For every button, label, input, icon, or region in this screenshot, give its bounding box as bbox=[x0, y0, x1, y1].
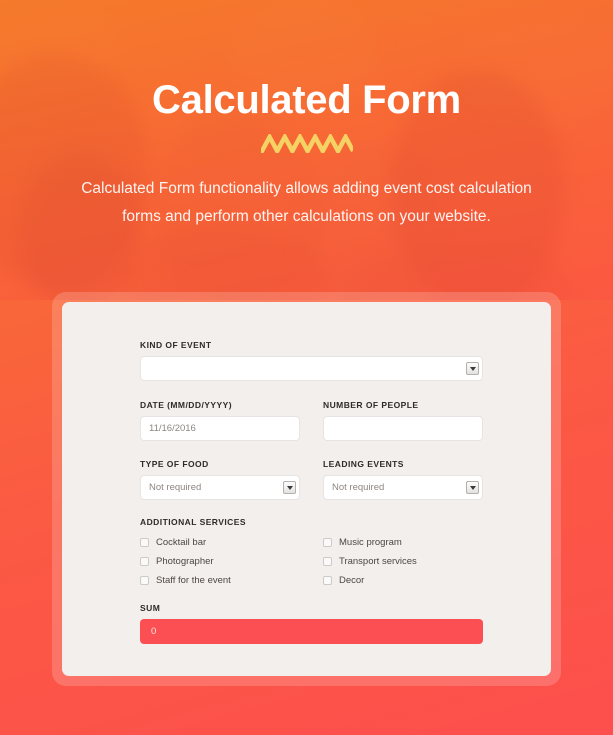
field-sum: Sum 0 bbox=[140, 603, 483, 644]
kind-of-event-select[interactable] bbox=[140, 356, 483, 381]
checkbox-decor[interactable]: Decor bbox=[323, 571, 483, 590]
checkbox-label: Photographer bbox=[156, 556, 214, 567]
date-value: 11/16/2016 bbox=[149, 423, 196, 434]
date-label: Date (mm/dd/yyyy) bbox=[140, 400, 233, 410]
type-of-food-label: Type of food bbox=[140, 459, 209, 469]
checkbox-staff-for-the-event[interactable]: Staff for the event bbox=[140, 571, 300, 590]
checkbox-photographer[interactable]: Photographer bbox=[140, 552, 300, 571]
chevron-down-icon[interactable] bbox=[283, 481, 296, 494]
checkbox-label: Decor bbox=[339, 575, 365, 586]
leading-events-select[interactable]: Not required bbox=[323, 475, 483, 500]
checkbox-icon[interactable] bbox=[323, 576, 332, 585]
checkbox-icon[interactable] bbox=[140, 576, 149, 585]
food-events-row: Type of food Not required Leading events… bbox=[140, 459, 483, 500]
checkbox-icon[interactable] bbox=[323, 557, 332, 566]
field-type-of-food: Type of food Not required bbox=[140, 459, 300, 500]
date-input[interactable]: 11/16/2016 bbox=[140, 416, 300, 441]
sum-label: Sum bbox=[140, 603, 161, 613]
form: Kind of event Date (mm/dd/yyyy) 11/16/20… bbox=[140, 340, 483, 644]
checkbox-music-program[interactable]: Music program bbox=[323, 533, 483, 552]
checkbox-cocktail-bar[interactable]: Cocktail bar bbox=[140, 533, 300, 552]
checkbox-label: Music program bbox=[339, 537, 402, 548]
zigzag-divider-icon bbox=[260, 134, 353, 153]
additional-services-label: Additional services bbox=[140, 517, 247, 527]
page-subtitle: Calculated Form functionality allows add… bbox=[81, 180, 532, 225]
field-kind-of-event: Kind of event bbox=[140, 340, 483, 381]
checkbox-transport-services[interactable]: Transport services bbox=[323, 552, 483, 571]
form-card: Kind of event Date (mm/dd/yyyy) 11/16/20… bbox=[62, 302, 551, 676]
field-additional-services: Additional services Cocktail bar Photogr… bbox=[140, 517, 483, 590]
chevron-down-icon[interactable] bbox=[466, 362, 479, 375]
number-of-people-label: Number of people bbox=[323, 400, 419, 410]
type-of-food-value: Not required bbox=[149, 482, 202, 493]
page-title: Calculated Form bbox=[152, 78, 461, 122]
services-right-column: Music program Transport services Decor bbox=[323, 533, 483, 590]
leading-events-label: Leading events bbox=[323, 459, 404, 469]
checkbox-label: Staff for the event bbox=[156, 575, 231, 586]
checkbox-icon[interactable] bbox=[323, 538, 332, 547]
leading-events-value: Not required bbox=[332, 482, 385, 493]
checkbox-label: Cocktail bar bbox=[156, 537, 207, 548]
field-leading-events: Leading events Not required bbox=[323, 459, 483, 500]
type-of-food-select[interactable]: Not required bbox=[140, 475, 300, 500]
field-number-of-people: Number of people bbox=[323, 400, 483, 441]
checkbox-label: Transport services bbox=[339, 556, 417, 567]
date-people-row: Date (mm/dd/yyyy) 11/16/2016 Number of p… bbox=[140, 400, 483, 441]
page-root: Calculated Form Calculated Form function… bbox=[0, 0, 613, 735]
additional-services-checkboxes: Cocktail bar Photographer Staff for the … bbox=[140, 533, 483, 590]
sum-value: 0 bbox=[151, 626, 157, 637]
number-of-people-input[interactable] bbox=[323, 416, 483, 441]
hero-section: Calculated Form Calculated Form function… bbox=[0, 0, 613, 231]
checkbox-icon[interactable] bbox=[140, 538, 149, 547]
kind-of-event-label: Kind of event bbox=[140, 340, 212, 350]
field-date: Date (mm/dd/yyyy) 11/16/2016 bbox=[140, 400, 300, 441]
services-left-column: Cocktail bar Photographer Staff for the … bbox=[140, 533, 300, 590]
sum-output: 0 bbox=[140, 619, 483, 644]
checkbox-icon[interactable] bbox=[140, 557, 149, 566]
chevron-down-icon[interactable] bbox=[466, 481, 479, 494]
